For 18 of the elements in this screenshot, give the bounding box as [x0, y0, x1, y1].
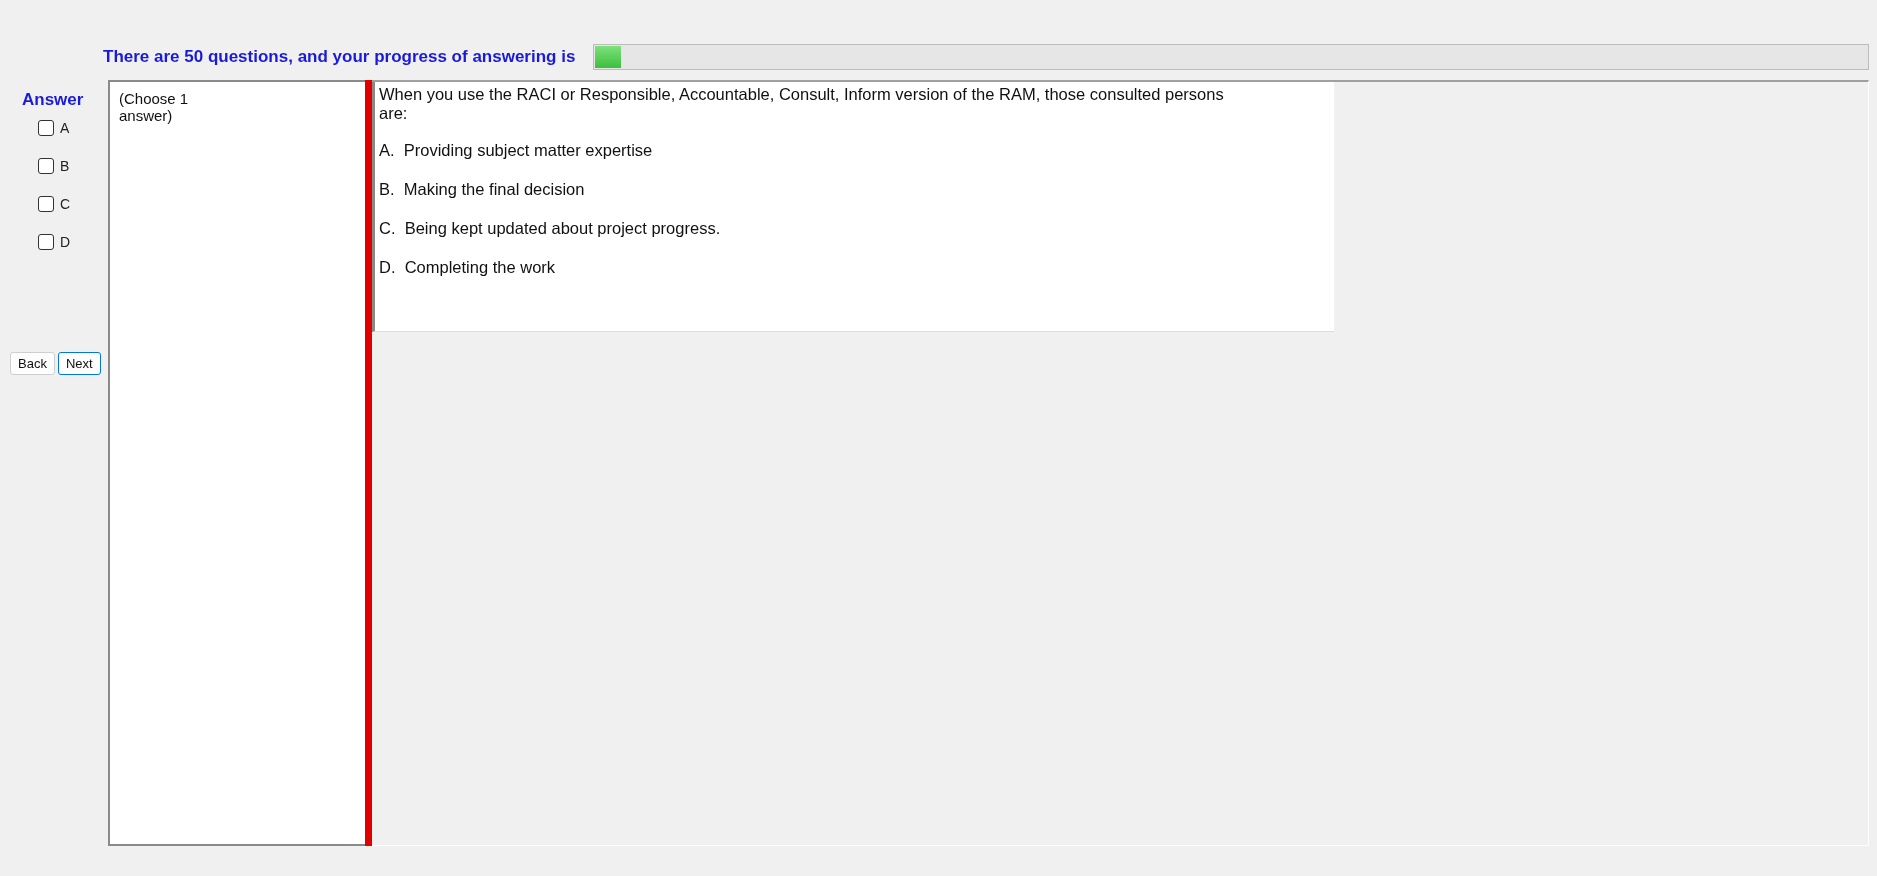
instruction-text: (Choose 1 answer) — [119, 90, 190, 124]
question-text: When you use the RACI or Responsible, Accountable, Consult, Inform version of the RAM, those consulted persons are: — [379, 85, 1225, 123]
progress-label: There are 50 questions, and your progress of answering is — [103, 47, 576, 67]
nav-button[interactable]: Next — [57, 352, 101, 375]
answer-choice: C. Being kept updated about project progress. — [379, 219, 722, 238]
checkbox[interactable] — [38, 196, 54, 212]
option-label: D — [60, 234, 71, 250]
checkbox[interactable] — [38, 158, 54, 174]
checkbox[interactable] — [38, 120, 54, 136]
option-label: A — [60, 120, 70, 136]
answer-title: Answer — [22, 90, 85, 110]
nav-button[interactable]: Back — [10, 352, 55, 375]
checkbox[interactable] — [38, 234, 54, 250]
option-label: C — [60, 196, 71, 212]
option-label: B — [60, 158, 70, 174]
answer-choice: B. Making the final decision — [379, 180, 586, 199]
answer-choice: D. Completing the work — [379, 258, 557, 277]
answer-choice: A. Providing subject matter expertise — [379, 141, 654, 160]
